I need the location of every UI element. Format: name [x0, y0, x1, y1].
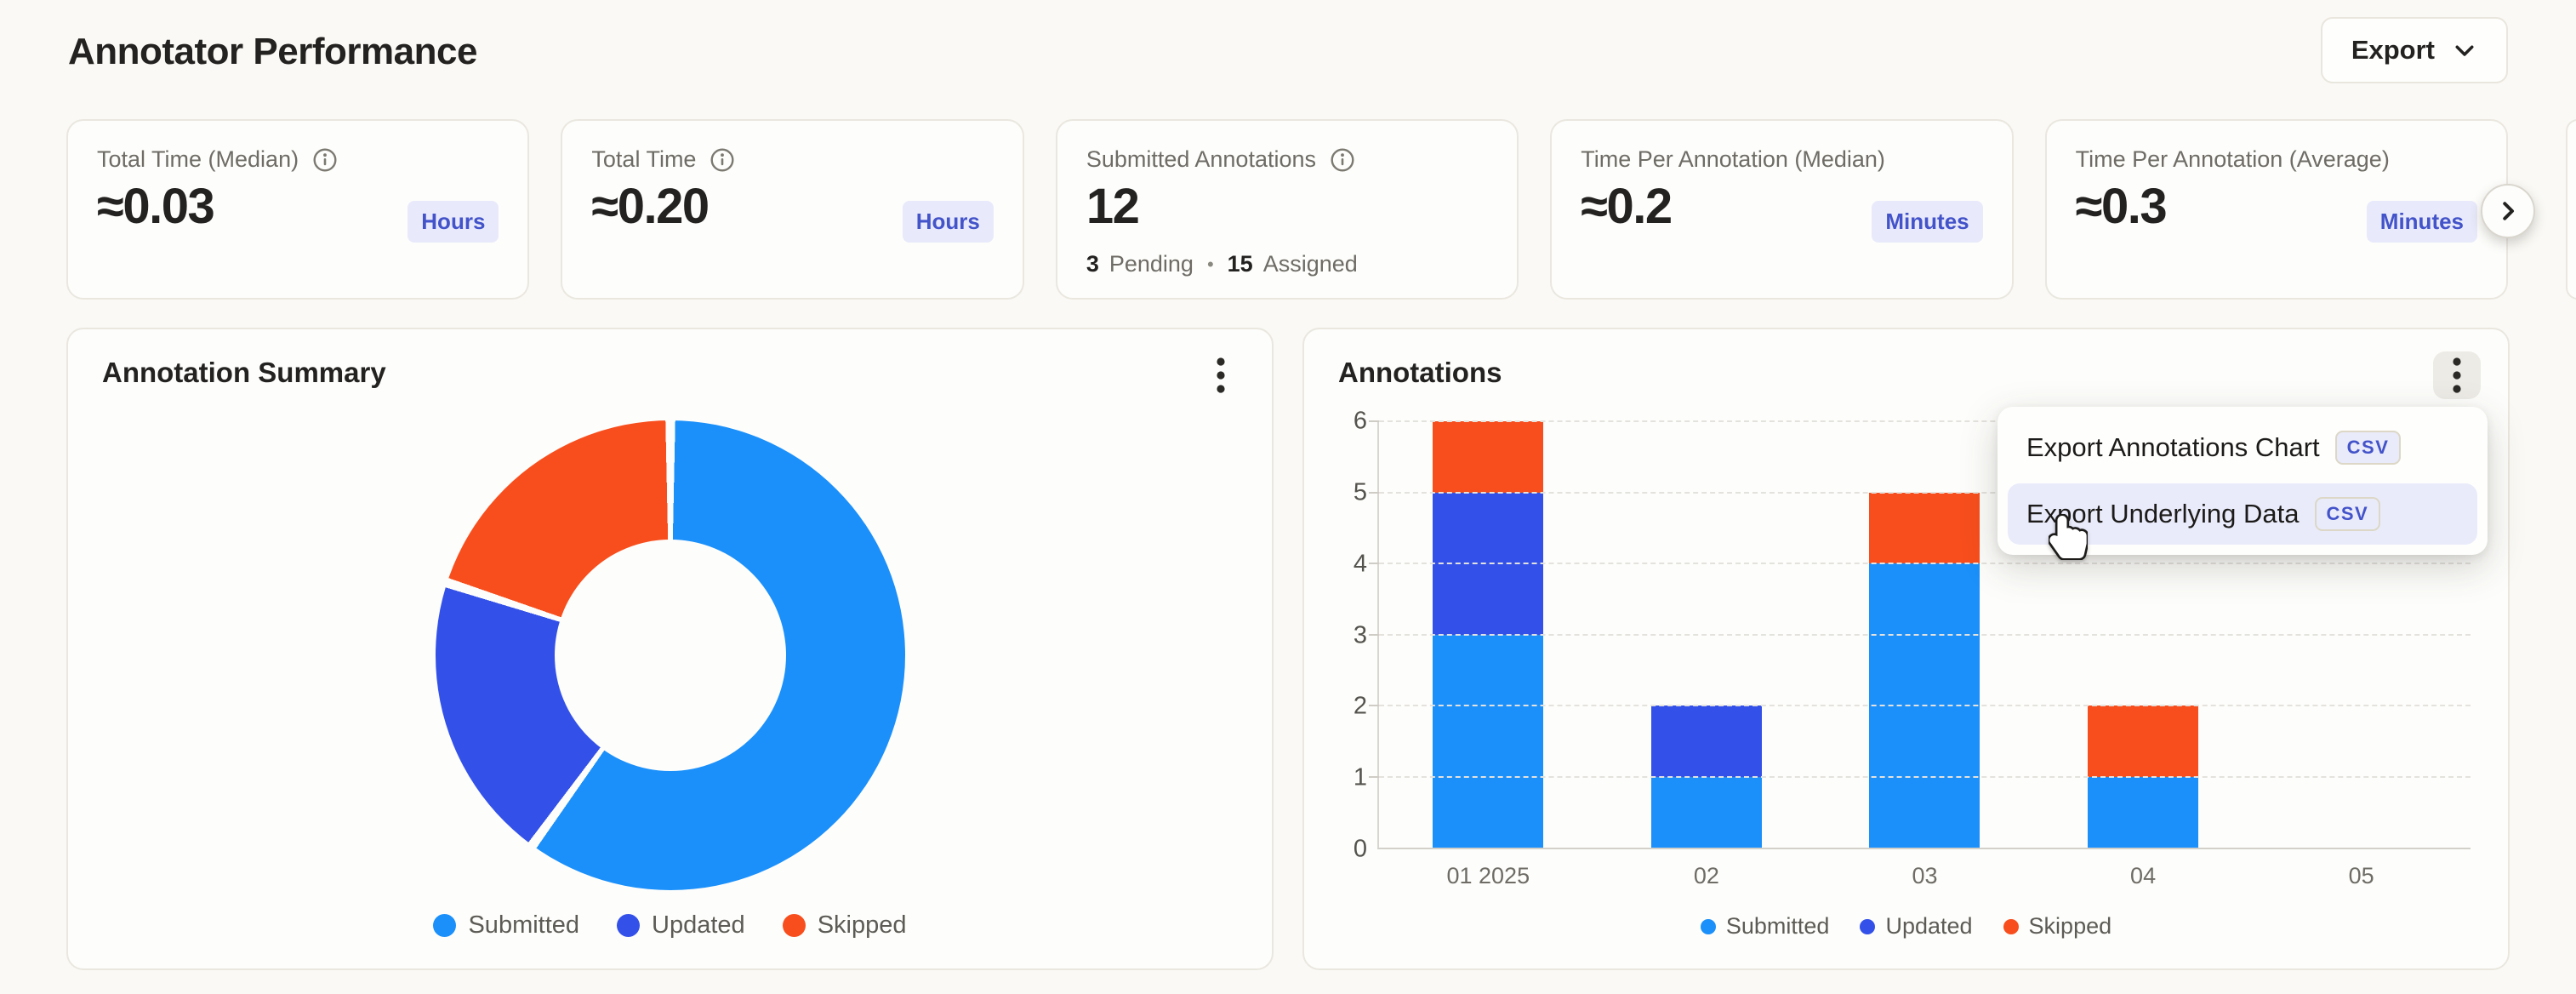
export-button[interactable]: Export: [2321, 17, 2508, 83]
donut-chart-area: [102, 399, 1238, 911]
legend-label: Submitted: [468, 911, 579, 940]
csv-badge: CSV: [2335, 431, 2402, 465]
unit-badge: Hours: [407, 201, 499, 243]
chevron-down-icon: [2452, 37, 2477, 63]
stat-card-total-time: Total Time ≈0.20 Hours: [561, 119, 1023, 300]
y-axis-tick: [1369, 776, 1379, 778]
pending-label: Pending: [1109, 251, 1194, 277]
kebab-menu-icon[interactable]: [2433, 351, 2481, 399]
assigned-label: Assigned: [1263, 251, 1358, 277]
y-axis-tick: [1369, 420, 1379, 422]
bar-legend: Submitted Updated Skipped: [1338, 913, 2474, 943]
legend-dot-updated: [1860, 919, 1875, 934]
x-axis-labels: 01 202502030405: [1379, 863, 2471, 889]
legend-label: Updated: [652, 911, 745, 940]
menu-item-export-annotations-chart[interactable]: Export Annotations Chart CSV: [2008, 417, 2477, 478]
kebab-dots-icon: [2452, 357, 2462, 394]
chart-title: Annotation Summary: [102, 357, 386, 389]
bar-segment-skipped[interactable]: [1869, 493, 1980, 564]
chevron-right-icon: [2495, 198, 2521, 224]
x-axis-label: 04: [2034, 863, 2253, 889]
y-axis-label: 4: [1354, 550, 1367, 578]
legend-dot-skipped: [783, 914, 806, 937]
stat-label: Total Time (Median): [97, 146, 299, 173]
donut-hole: [555, 540, 786, 771]
y-axis-tick: [1369, 492, 1379, 494]
export-button-label: Export: [2351, 35, 2435, 66]
x-axis-label: 05: [2252, 863, 2471, 889]
y-axis-label: 6: [1354, 408, 1367, 436]
legend-item-skipped[interactable]: Skipped: [2003, 913, 2112, 940]
legend-item-skipped[interactable]: Skipped: [783, 911, 907, 940]
legend-label: Submitted: [1726, 913, 1830, 940]
page-title: Annotator Performance: [68, 31, 477, 73]
y-axis-label: 3: [1354, 621, 1367, 649]
y-axis-tick: [1369, 634, 1379, 636]
stat-card-submitted-annotations: Submitted Annotations 12 3 Pending • 15 …: [1056, 119, 1519, 300]
bar-segment-submitted[interactable]: [1433, 635, 1543, 848]
legend-item-submitted[interactable]: Submitted: [1701, 913, 1830, 940]
legend-item-submitted[interactable]: Submitted: [433, 911, 579, 940]
legend-dot-skipped: [2003, 919, 2019, 934]
legend-label: Updated: [1885, 913, 1972, 940]
stat-cards-row: Total Time (Median) ≈0.03 Hours Total Ti…: [66, 119, 2508, 300]
info-icon[interactable]: [312, 147, 338, 173]
chart-title: Annotations: [1338, 357, 1502, 389]
stat-card-total-time-median: Total Time (Median) ≈0.03 Hours: [66, 119, 529, 300]
y-axis-labels: 0123456: [1338, 421, 1377, 849]
stat-card-time-per-annotation-average: Time Per Annotation (Average) ≈0.3 Minut…: [2045, 119, 2508, 300]
y-axis-label: 2: [1354, 693, 1367, 721]
x-axis-label: 01 2025: [1379, 863, 1598, 889]
annotation-summary-card: Annotation Summary Submitted Updated: [66, 328, 1274, 970]
legend-dot-submitted: [1701, 919, 1716, 934]
stat-label: Submitted Annotations: [1086, 146, 1316, 173]
y-axis-tick: [1369, 563, 1379, 564]
info-icon[interactable]: [1330, 147, 1355, 173]
stat-label: Total Time: [591, 146, 696, 173]
info-icon[interactable]: [710, 147, 735, 173]
x-axis-label: 03: [1815, 863, 2034, 889]
menu-item-label: Export Annotations Chart: [2026, 432, 2320, 463]
stat-value: 12: [1086, 178, 1488, 235]
assigned-count: 15: [1228, 251, 1253, 277]
y-axis-label: 1: [1354, 764, 1367, 792]
y-axis-label: 5: [1354, 478, 1367, 506]
gridline: [1379, 705, 2471, 706]
legend-item-updated[interactable]: Updated: [617, 911, 745, 940]
bar-segment-skipped[interactable]: [2088, 706, 2198, 777]
stat-card-time-per-annotation-median: Time Per Annotation (Median) ≈0.2 Minute…: [1550, 119, 2013, 300]
kebab-dots-icon: [1216, 357, 1226, 394]
legend-label: Skipped: [2029, 913, 2112, 940]
carousel-next-button[interactable]: [2481, 184, 2535, 238]
gridline: [1379, 563, 2471, 564]
cursor-pointer-icon: [2049, 514, 2088, 560]
x-axis-label: 02: [1598, 863, 1816, 889]
stat-subtext: 3 Pending • 15 Assigned: [1086, 251, 1358, 277]
unit-badge: Minutes: [1872, 201, 1982, 243]
kebab-menu-icon[interactable]: [1197, 351, 1245, 399]
stat-card-partial: [2566, 119, 2576, 300]
gridline: [1379, 634, 2471, 636]
annotator-performance-page: Annotator Performance Export Total Time …: [0, 0, 2576, 994]
stat-label: Time Per Annotation (Median): [1581, 146, 1885, 173]
bar-segment-submitted[interactable]: [1651, 777, 1762, 848]
unit-badge: Minutes: [2367, 201, 2477, 243]
donut-chart[interactable]: [436, 420, 905, 890]
gridline: [1379, 776, 2471, 778]
bar-segment-submitted[interactable]: [2088, 777, 2198, 848]
legend-dot-submitted: [433, 914, 456, 937]
legend-label: Skipped: [818, 911, 907, 940]
bar-segment-skipped[interactable]: [1433, 421, 1543, 493]
y-axis-tick: [1369, 705, 1379, 706]
donut-legend: Submitted Updated Skipped: [102, 911, 1238, 943]
dot-separator: •: [1204, 254, 1217, 276]
stat-label: Time Per Annotation (Average): [2076, 146, 2390, 173]
pending-count: 3: [1086, 251, 1099, 277]
legend-dot-updated: [617, 914, 640, 937]
legend-item-updated[interactable]: Updated: [1860, 913, 1972, 940]
unit-badge: Hours: [903, 201, 994, 243]
bar-segment-updated[interactable]: [1651, 706, 1762, 777]
y-axis-label: 0: [1354, 836, 1367, 864]
csv-badge: CSV: [2315, 497, 2381, 531]
